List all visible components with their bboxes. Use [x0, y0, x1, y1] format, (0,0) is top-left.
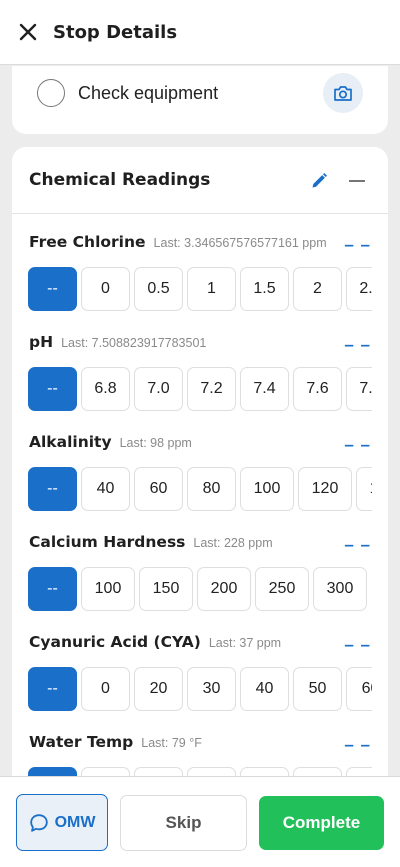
- reading-current-value[interactable]: – –: [344, 535, 371, 555]
- reading-free-chlorine: Free Chlorine Last: 3.346567576577161 pp…: [12, 233, 388, 333]
- reading-name: Free Chlorine: [29, 233, 146, 251]
- reading-option-row[interactable]: -- 40 60 80 100 120 140: [28, 467, 372, 511]
- skip-button[interactable]: Skip: [120, 795, 247, 851]
- reading-option-row[interactable]: -- 100 150 200 250 300: [28, 567, 372, 611]
- edit-button[interactable]: [307, 169, 331, 193]
- reading-last-value: Last: 98 ppm: [119, 436, 192, 450]
- complete-button[interactable]: Complete: [259, 796, 384, 850]
- option-button[interactable]: 7.4: [240, 367, 289, 411]
- option-button[interactable]: 7.8: [346, 367, 372, 411]
- option-button[interactable]: 7.6: [293, 367, 342, 411]
- option-button[interactable]: 2: [293, 267, 342, 311]
- camera-button[interactable]: [323, 73, 363, 113]
- reading-option-row[interactable]: -- 0 0.5 1 1.5 2 2.5: [28, 267, 372, 311]
- option-button[interactable]: 300: [313, 567, 367, 611]
- option-button[interactable]: 200: [197, 567, 251, 611]
- option-button[interactable]: 30: [187, 667, 236, 711]
- option-button[interactable]: 100: [81, 567, 135, 611]
- option-button[interactable]: [346, 767, 372, 776]
- chemical-readings-header: Chemical Readings: [12, 147, 388, 214]
- reading-option-row[interactable]: -- 0 20 30 40 50 60: [28, 667, 372, 711]
- option-button[interactable]: 40: [240, 667, 289, 711]
- page-title: Stop Details: [53, 21, 178, 43]
- reading-last-value: Last: 79 °F: [141, 736, 202, 750]
- reading-name: Calcium Hardness: [29, 533, 186, 551]
- collapse-button[interactable]: [345, 169, 369, 193]
- option-button[interactable]: 40: [81, 467, 130, 511]
- camera-icon: [334, 85, 352, 101]
- option-button[interactable]: 1: [187, 267, 236, 311]
- option-button[interactable]: 7.0: [134, 367, 183, 411]
- option-button[interactable]: --: [28, 367, 77, 411]
- task-card: Check equipment: [12, 66, 388, 134]
- reading-option-row[interactable]: --: [28, 767, 372, 776]
- option-button[interactable]: 250: [255, 567, 309, 611]
- option-button[interactable]: 0: [81, 267, 130, 311]
- reading-name: Cyanuric Acid (CYA): [29, 633, 201, 651]
- close-icon: [19, 23, 37, 41]
- reading-cyanuric-acid: Cyanuric Acid (CYA) Last: 37 ppm – – -- …: [12, 633, 388, 733]
- reading-current-value[interactable]: – –: [344, 335, 371, 355]
- reading-name: pH: [29, 333, 54, 351]
- option-button[interactable]: 120: [298, 467, 352, 511]
- bottom-action-bar: OMW Skip Complete: [0, 776, 400, 867]
- reading-name: Alkalinity: [29, 433, 112, 451]
- option-button[interactable]: 60: [134, 467, 183, 511]
- reading-option-row[interactable]: -- 6.8 7.0 7.2 7.4 7.6 7.8: [28, 367, 372, 411]
- omw-label: OMW: [54, 813, 96, 831]
- reading-name: Water Temp: [29, 733, 134, 751]
- option-button[interactable]: 100: [240, 467, 294, 511]
- option-button[interactable]: [134, 767, 183, 776]
- reading-last-value: Last: 3.346567576577161 ppm: [153, 236, 327, 250]
- reading-last-value: Last: 37 ppm: [208, 636, 282, 650]
- pencil-icon: [312, 173, 327, 188]
- app-bar: Stop Details: [0, 0, 400, 65]
- task-checkbox[interactable]: [37, 79, 65, 107]
- option-button[interactable]: 20: [134, 667, 183, 711]
- reading-water-temp: Water Temp Last: 79 °F – – --: [12, 733, 388, 776]
- option-button[interactable]: --: [28, 267, 77, 311]
- reading-last-value: Last: 7.508823917783501: [61, 336, 207, 350]
- option-button[interactable]: 60: [346, 667, 372, 711]
- reading-current-value[interactable]: – –: [344, 635, 371, 655]
- reading-current-value[interactable]: – –: [344, 435, 371, 455]
- option-button[interactable]: 2.5: [346, 267, 372, 311]
- option-button[interactable]: --: [28, 567, 77, 611]
- option-button[interactable]: 0: [81, 667, 130, 711]
- reading-ph: pH Last: 7.508823917783501 – – -- 6.8 7.…: [12, 333, 388, 433]
- option-button[interactable]: --: [28, 667, 77, 711]
- option-button[interactable]: 1.5: [240, 267, 289, 311]
- option-button[interactable]: 0.5: [134, 267, 183, 311]
- option-button[interactable]: [293, 767, 342, 776]
- option-button[interactable]: 7.2: [187, 367, 236, 411]
- close-button[interactable]: [0, 0, 56, 65]
- option-button[interactable]: [81, 767, 130, 776]
- reading-last-value: Last: 228 ppm: [193, 536, 273, 550]
- option-button[interactable]: 140: [356, 467, 372, 511]
- chat-bubble-icon: [29, 813, 48, 832]
- task-label: Check equipment: [78, 83, 219, 103]
- option-button[interactable]: [240, 767, 289, 776]
- reading-current-value[interactable]: – –: [344, 735, 371, 755]
- minus-icon: [349, 180, 365, 182]
- option-button[interactable]: --: [28, 767, 77, 776]
- option-button[interactable]: [187, 767, 236, 776]
- option-button[interactable]: 50: [293, 667, 342, 711]
- omw-button[interactable]: OMW: [16, 794, 108, 851]
- reading-current-value[interactable]: – –: [344, 235, 371, 255]
- option-button[interactable]: --: [28, 467, 77, 511]
- scroll-content[interactable]: Check equipment Chemical Readings Free C…: [0, 66, 400, 776]
- reading-alkalinity: Alkalinity Last: 98 ppm – – -- 40 60 80 …: [12, 433, 388, 533]
- option-button[interactable]: 150: [139, 567, 193, 611]
- reading-calcium-hardness: Calcium Hardness Last: 228 ppm – – -- 10…: [12, 533, 388, 633]
- chemical-readings-title: Chemical Readings: [29, 170, 211, 190]
- chemical-readings-card: Chemical Readings Free Chlorine Last: 3.…: [12, 147, 388, 776]
- option-button[interactable]: 6.8: [81, 367, 130, 411]
- option-button[interactable]: 80: [187, 467, 236, 511]
